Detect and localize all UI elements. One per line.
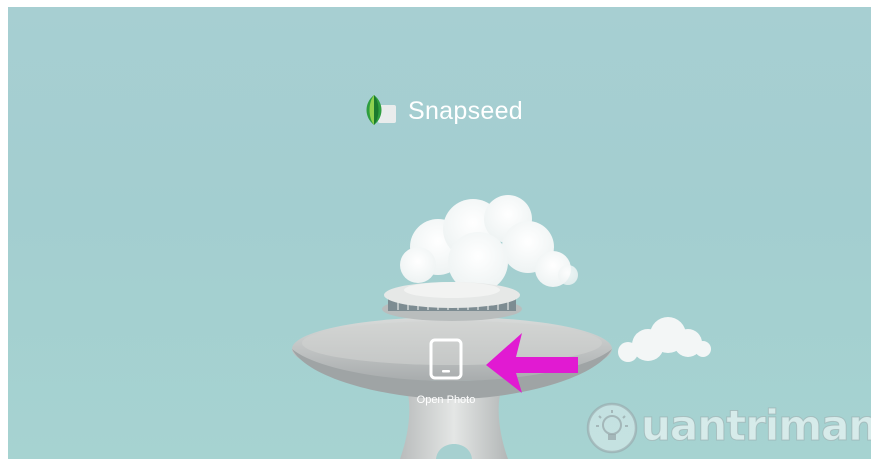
tower-top xyxy=(382,282,522,321)
watermark: uantrimang xyxy=(583,399,871,459)
watermark-text: uantrimang xyxy=(640,401,871,450)
small-cloud xyxy=(618,317,711,362)
lightbulb-icon xyxy=(586,402,638,454)
app-title: Snapseed xyxy=(408,96,523,125)
arrow-left-icon xyxy=(486,333,578,393)
app-logo: Snapseed xyxy=(360,91,523,131)
app-window: Snapseed Open Photo uantrimang xyxy=(8,7,871,459)
cloud xyxy=(400,195,578,292)
open-photo-button[interactable]: Open Photo xyxy=(396,330,496,410)
snapseed-leaf-icon xyxy=(366,95,396,125)
open-photo-label: Open Photo xyxy=(416,394,476,406)
tablet-icon xyxy=(429,338,463,380)
